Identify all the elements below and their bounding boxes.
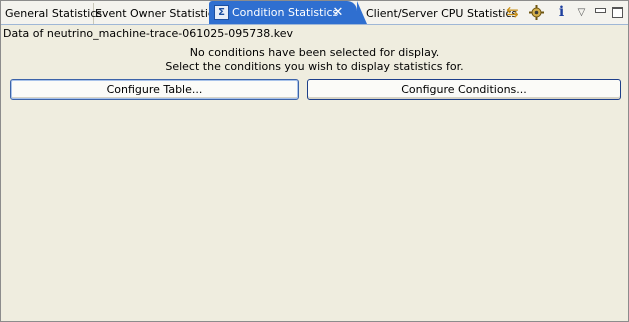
tab-strip: General Statistics Event Owner Statistic… [1,1,628,25]
statistics-view: General Statistics Event Owner Statistic… [0,0,629,322]
tab-condition-statistics[interactable]: Σ Condition Statistics ✕ [209,1,367,24]
gear-icon[interactable] [528,4,545,21]
select-conditions-message: Select the conditions you wish to displa… [165,60,464,73]
condition-statistics-panel: Data of neutrino_machine-trace-061025-09… [1,25,628,321]
sync-icon[interactable]: ⇆ [504,4,521,21]
configure-table-button[interactable]: Configure Table... [10,79,299,100]
view-menu-icon[interactable]: ▽ [573,4,590,21]
tab-client-server-cpu-statistics[interactable]: Client/Server CPU Statistics [362,3,517,24]
tab-condition-statistics-label: Condition Statistics [232,6,339,19]
maximize-icon[interactable] [609,4,626,21]
tab-general-statistics[interactable]: General Statistics [1,3,102,24]
info-icon[interactable]: i [553,4,570,21]
close-tab-icon[interactable]: ✕ [331,1,345,24]
configure-conditions-button[interactable]: Configure Conditions... [307,79,621,100]
sigma-icon: Σ [214,5,229,20]
data-file-label: Data of neutrino_machine-trace-061025-09… [3,27,293,40]
tab-event-owner-statistics[interactable]: Event Owner Statistics [91,3,220,24]
minimize-icon[interactable] [591,4,608,21]
no-conditions-message: No conditions have been selected for dis… [189,46,440,59]
